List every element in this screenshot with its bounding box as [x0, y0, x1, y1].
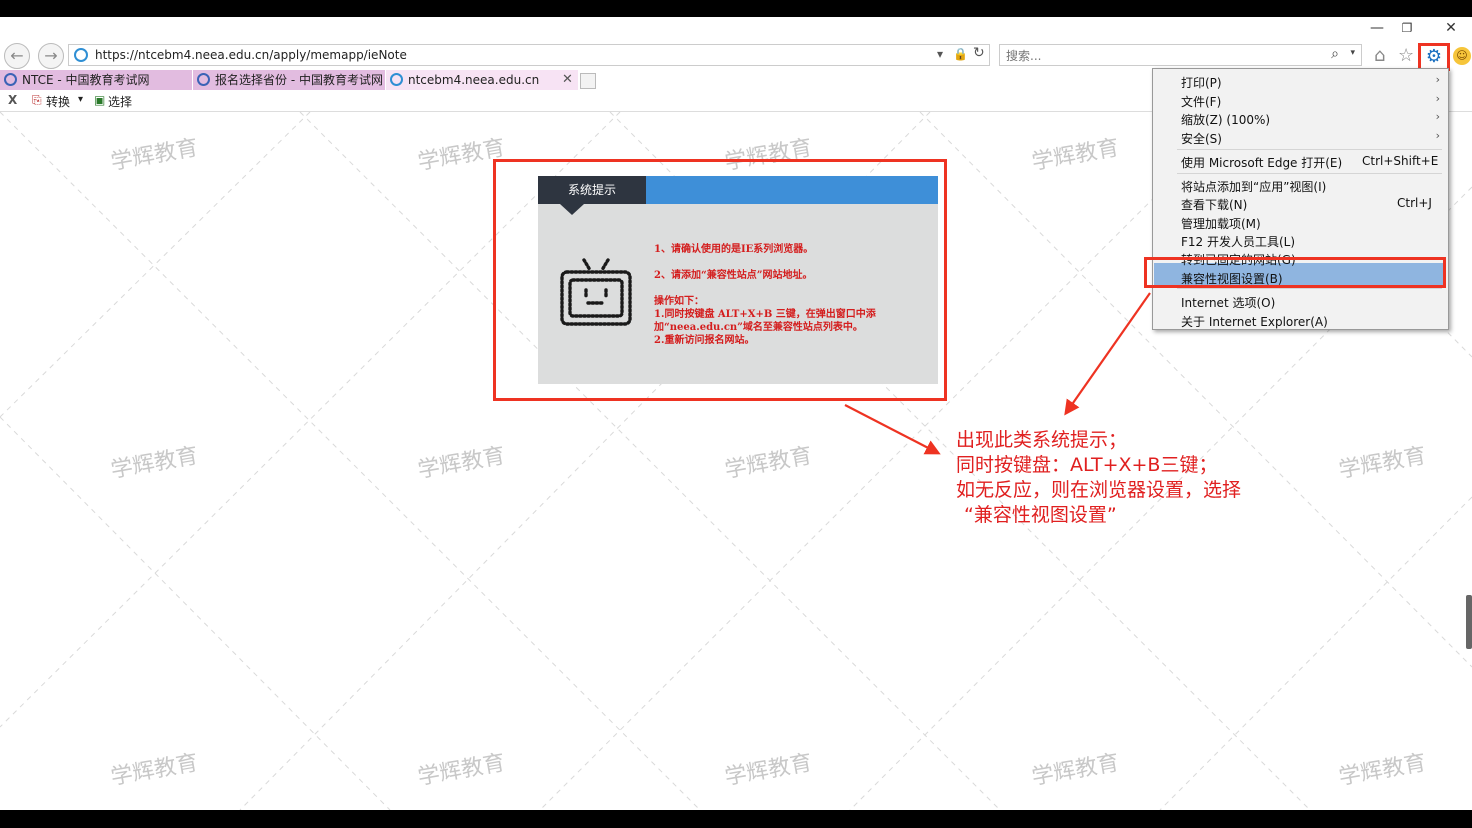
menu-separator	[1177, 149, 1442, 150]
annotation-text: 出现此类系统提示； 同时按键盘：ALT+X+B三键； 如无反应，则在浏览器设置，…	[956, 428, 1241, 528]
menu-item-label: 文件(F)	[1181, 95, 1222, 109]
annotation-line: 如无反应，则在浏览器设置，选择	[956, 479, 1242, 501]
submenu-arrow-icon: ›	[1435, 129, 1440, 142]
menu-item-label: 查看下载(N)	[1181, 198, 1248, 212]
menu-item-label: 缩放(Z) (100%)	[1181, 113, 1271, 127]
menu-item-label: F12 开发人员工具(L)	[1181, 235, 1296, 249]
annotation-line: 同时按键盘：ALT+X+B三键；	[956, 454, 1218, 476]
menu-item-label: 关于 Internet Explorer(A)	[1181, 315, 1328, 329]
menu-item-label: 打印(P)	[1181, 76, 1222, 90]
tools-menu: 打印(P) › 文件(F) › 缩放(Z) (100%) › 安全(S) › 使…	[1152, 68, 1449, 330]
menu-separator	[1177, 173, 1442, 174]
menu-item-label: 将站点添加到“应用”视图(I)	[1181, 180, 1327, 194]
submenu-arrow-icon: ›	[1435, 110, 1440, 123]
menu-item-label: 使用 Microsoft Edge 打开(E)	[1181, 156, 1343, 170]
annotation-line: 出现此类系统提示；	[956, 429, 1128, 451]
browser-window: — ❐ ✕ ← → https://ntcebm4.neea.edu.cn/ap…	[0, 17, 1472, 810]
scrollbar-thumb[interactable]	[1466, 595, 1472, 649]
submenu-arrow-icon: ›	[1435, 92, 1440, 105]
menu-item-label: 安全(S)	[1181, 132, 1222, 146]
compat-view-highlight-box	[1144, 257, 1446, 288]
menu-item-label: Internet 选项(O)	[1181, 296, 1276, 310]
menu-item-label: 管理加载项(M)	[1181, 217, 1261, 231]
menu-shortcut: Ctrl+Shift+E	[1362, 154, 1439, 168]
menu-shortcut: Ctrl+J	[1397, 196, 1432, 210]
menu-separator	[1177, 288, 1442, 289]
annotation-line: “兼容性视图设置”	[964, 504, 1117, 526]
submenu-arrow-icon: ›	[1435, 73, 1440, 86]
